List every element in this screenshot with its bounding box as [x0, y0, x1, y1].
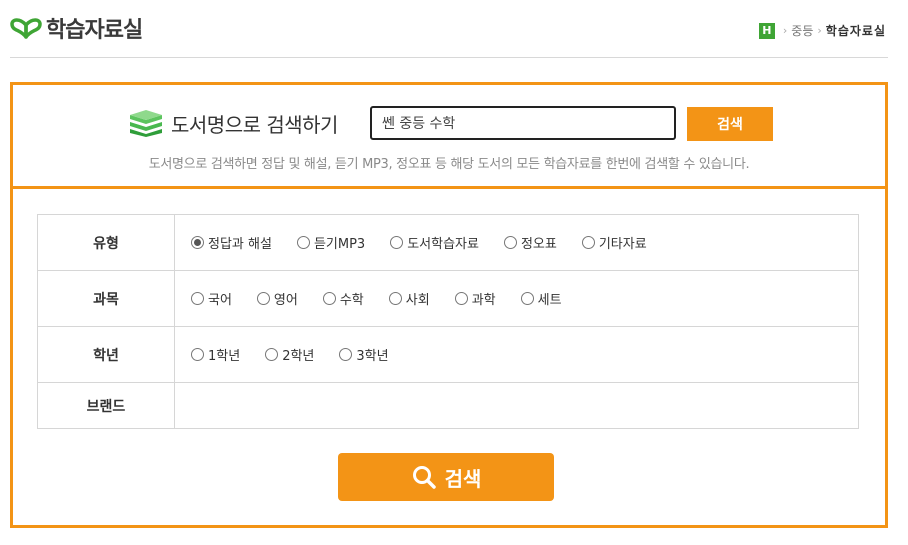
radio-button[interactable] — [191, 348, 204, 361]
radio-label: 기타자료 — [598, 237, 647, 252]
radio-option-subject[interactable]: 국어 — [191, 289, 232, 308]
home-badge-icon[interactable]: H — [758, 22, 775, 39]
radio-option-type[interactable]: 기타자료 — [581, 233, 647, 252]
stacked-books-icon — [130, 110, 162, 137]
radio-label: 영어 — [273, 293, 298, 308]
radio-button[interactable] — [322, 292, 336, 305]
radio-label: 1학년 — [208, 349, 241, 364]
open-book-leaf-icon — [10, 18, 42, 39]
filter-row-grade: 학년 1학년 2학년 3학년 — [37, 326, 859, 383]
radio-option-subject[interactable]: 세트 — [520, 289, 562, 308]
radio-option-type[interactable]: 듣기MP3 — [296, 233, 366, 252]
radio-label: 정오표 — [520, 237, 557, 252]
filter-table: 유형 정답과 해설 듣기MP3 도서학습자료 정오표 기타자료 과목 국어 영어 수학 사회 과… — [37, 214, 859, 429]
radio-button[interactable] — [296, 236, 310, 249]
radio-button[interactable] — [388, 292, 402, 305]
breadcrumb-level[interactable]: 중등 — [791, 22, 813, 39]
radio-label: 듣기MP3 — [313, 237, 366, 252]
search-description: 도서명으로 검색하면 정답 및 해설, 듣기 MP3, 정오표 등 해당 도서의… — [148, 157, 750, 172]
breadcrumb: H › 중등 › 학습자료실 — [758, 22, 886, 39]
radio-option-type[interactable]: 정답과 해설 — [191, 233, 272, 252]
radio-option-grade[interactable]: 2학년 — [265, 345, 314, 364]
radio-button[interactable] — [339, 348, 353, 361]
filter-label-subject: 과목 — [37, 270, 175, 327]
grade-options: 1학년 2학년 3학년 — [175, 345, 858, 364]
chevron-right-icon: › — [782, 24, 788, 37]
radio-option-grade[interactable]: 3학년 — [339, 345, 389, 364]
radio-button[interactable] — [265, 348, 279, 361]
filter-row-subject: 과목 국어 영어 수학 사회 과학 세트 — [37, 270, 859, 327]
radio-option-type[interactable]: 도서학습자료 — [390, 233, 479, 252]
radio-option-subject[interactable]: 사회 — [388, 289, 430, 308]
radio-label: 정답과 해설 — [208, 237, 272, 252]
radio-button[interactable] — [191, 236, 204, 249]
search-panel: 도서명으로 검색하기 검색 도서명으로 검색하면 정답 및 해설, 듣기 MP3… — [10, 82, 888, 528]
radio-button[interactable] — [256, 292, 270, 305]
radio-option-type[interactable]: 정오표 — [503, 233, 557, 252]
radio-label: 사회 — [405, 293, 430, 308]
filter-label-grade: 학년 — [37, 326, 175, 383]
main-search-label: 검색 — [444, 468, 482, 491]
radio-label: 3학년 — [356, 349, 389, 364]
filter-label-brand: 브랜드 — [37, 382, 175, 429]
filter-row-type: 유형 정답과 해설 듣기MP3 도서학습자료 정오표 기타자료 — [37, 214, 859, 271]
radio-label: 도서학습자료 — [407, 237, 479, 252]
logo-text: 학습자료실 — [46, 18, 143, 43]
radio-label: 국어 — [208, 293, 232, 308]
filter-row-brand: 브랜드 — [37, 382, 859, 429]
radio-button[interactable] — [520, 292, 534, 305]
breadcrumb-current: 학습자료실 — [825, 24, 886, 38]
book-search-button[interactable]: 검색 — [687, 107, 773, 141]
radio-label: 2학년 — [282, 349, 315, 364]
radio-button[interactable] — [390, 236, 404, 249]
subject-options: 국어 영어 수학 사회 과학 세트 — [175, 289, 858, 308]
radio-option-subject[interactable]: 수학 — [322, 289, 364, 308]
filter-label-type: 유형 — [37, 214, 175, 271]
magnifier-icon — [412, 466, 436, 489]
main-search-button[interactable]: 검색 — [338, 453, 554, 501]
radio-label: 세트 — [537, 293, 562, 308]
logo[interactable]: 학습자료실 — [10, 13, 143, 43]
book-search-input[interactable] — [370, 106, 676, 140]
radio-button[interactable] — [503, 236, 517, 249]
radio-option-grade[interactable]: 1학년 — [191, 345, 240, 364]
book-search-area: 도서명으로 검색하기 검색 도서명으로 검색하면 정답 및 해설, 듣기 MP3… — [13, 85, 885, 189]
type-options: 정답과 해설 듣기MP3 도서학습자료 정오표 기타자료 — [175, 233, 858, 252]
radio-button[interactable] — [581, 236, 595, 249]
page-header: 학습자료실 H › 중등 › 학습자료실 — [10, 0, 888, 58]
radio-label: 과학 — [471, 293, 496, 308]
radio-button[interactable] — [454, 292, 468, 305]
chevron-right-icon: › — [817, 24, 822, 37]
book-search-title: 도서명으로 검색하기 — [171, 113, 338, 137]
radio-option-subject[interactable]: 영어 — [256, 289, 298, 308]
brand-options — [174, 382, 859, 429]
radio-label: 수학 — [339, 293, 364, 308]
radio-button[interactable] — [191, 292, 204, 305]
radio-option-subject[interactable]: 과학 — [454, 289, 496, 308]
